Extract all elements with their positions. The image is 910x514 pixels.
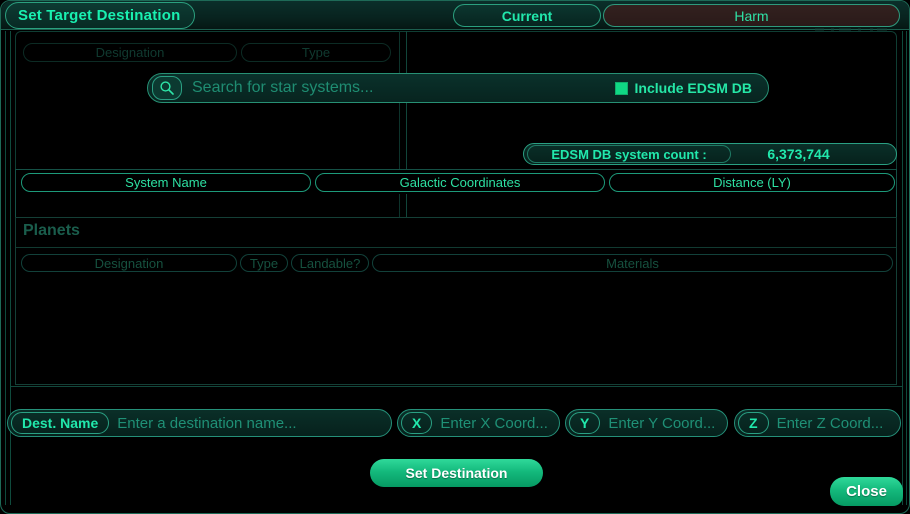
tab-harm-label: Harm — [734, 7, 769, 24]
planets-column-designation[interactable]: Designation — [21, 254, 237, 272]
close-button[interactable]: Close — [830, 477, 903, 506]
planets-section-divider — [16, 247, 896, 248]
y-coordinate-tag: Y — [569, 412, 601, 434]
background-column-type-label: Type — [301, 45, 331, 60]
tab-current-label: Current — [501, 7, 553, 24]
search-icon[interactable] — [152, 76, 182, 100]
planets-column-materials-label: Materials — [606, 255, 659, 271]
tab-current[interactable]: Current — [453, 4, 601, 27]
planets-column-landable[interactable]: Landable? — [291, 254, 369, 272]
search-bar[interactable]: Include EDSM DB — [147, 73, 769, 103]
include-edsm-db-checkbox[interactable]: Include EDSM DB — [614, 80, 752, 96]
frame-guide-line — [10, 31, 11, 505]
frame-guide-line — [902, 31, 903, 505]
planets-column-type[interactable]: Type — [240, 254, 288, 272]
edsm-db-system-count: EDSM DB system count : 6,373,744 — [523, 143, 897, 165]
column-header-system-name[interactable]: System Name — [21, 173, 311, 192]
column-header-galactic-coordinates-label: Galactic Coordinates — [399, 175, 521, 190]
destination-name-input[interactable] — [109, 414, 391, 432]
set-destination-button[interactable]: Set Destination — [370, 459, 543, 487]
destination-name-field[interactable]: Dest. Name — [7, 409, 392, 437]
edsm-db-system-count-value: 6,373,744 — [767, 146, 830, 162]
planets-column-landable-label: Landable? — [299, 255, 361, 271]
tab-harm[interactable]: Harm — [603, 4, 900, 27]
x-coordinate-input[interactable] — [432, 414, 559, 432]
x-coordinate-field[interactable]: X — [397, 409, 560, 437]
planets-panel — [15, 217, 897, 385]
checkbox-checked-icon[interactable] — [614, 81, 628, 95]
z-coordinate-input[interactable] — [768, 414, 900, 432]
x-coordinate-tag: X — [401, 412, 433, 434]
systems-panel-divider — [406, 194, 407, 217]
include-edsm-db-label: Include EDSM DB — [634, 80, 752, 96]
column-header-distance-ly-label: Distance (LY) — [713, 175, 791, 190]
z-coordinate-field[interactable]: Z — [734, 409, 901, 437]
planets-section-title: Planets — [23, 222, 80, 239]
title-bar: Set Target Destination Current Harm — [1, 1, 909, 30]
form-divider — [11, 386, 903, 387]
y-coordinate-input[interactable] — [600, 414, 727, 432]
systems-panel-divider — [399, 194, 400, 217]
background-column-type: Type — [241, 43, 391, 62]
search-input[interactable] — [182, 79, 615, 97]
planets-column-designation-label: Designation — [94, 255, 164, 271]
frame-guide-line — [5, 31, 6, 505]
y-coordinate-field[interactable]: Y — [565, 409, 728, 437]
destination-name-tag: Dest. Name — [11, 412, 110, 434]
planets-column-materials[interactable]: Materials — [372, 254, 893, 272]
planets-column-type-label: Type — [249, 255, 279, 271]
background-column-designation: Designation — [23, 43, 237, 62]
column-header-system-name-label: System Name — [125, 175, 207, 190]
set-target-destination-window: Set Target Destination Current Harm Desi… — [0, 0, 910, 514]
column-header-galactic-coordinates[interactable]: Galactic Coordinates — [315, 173, 605, 192]
window-title: Set Target Destination — [5, 2, 196, 29]
column-header-distance-ly[interactable]: Distance (LY) — [609, 173, 895, 192]
edsm-db-system-count-label: EDSM DB system count : — [527, 145, 731, 163]
background-column-designation-label: Designation — [95, 45, 165, 60]
frame-guide-line — [906, 31, 907, 505]
z-coordinate-tag: Z — [738, 412, 769, 434]
